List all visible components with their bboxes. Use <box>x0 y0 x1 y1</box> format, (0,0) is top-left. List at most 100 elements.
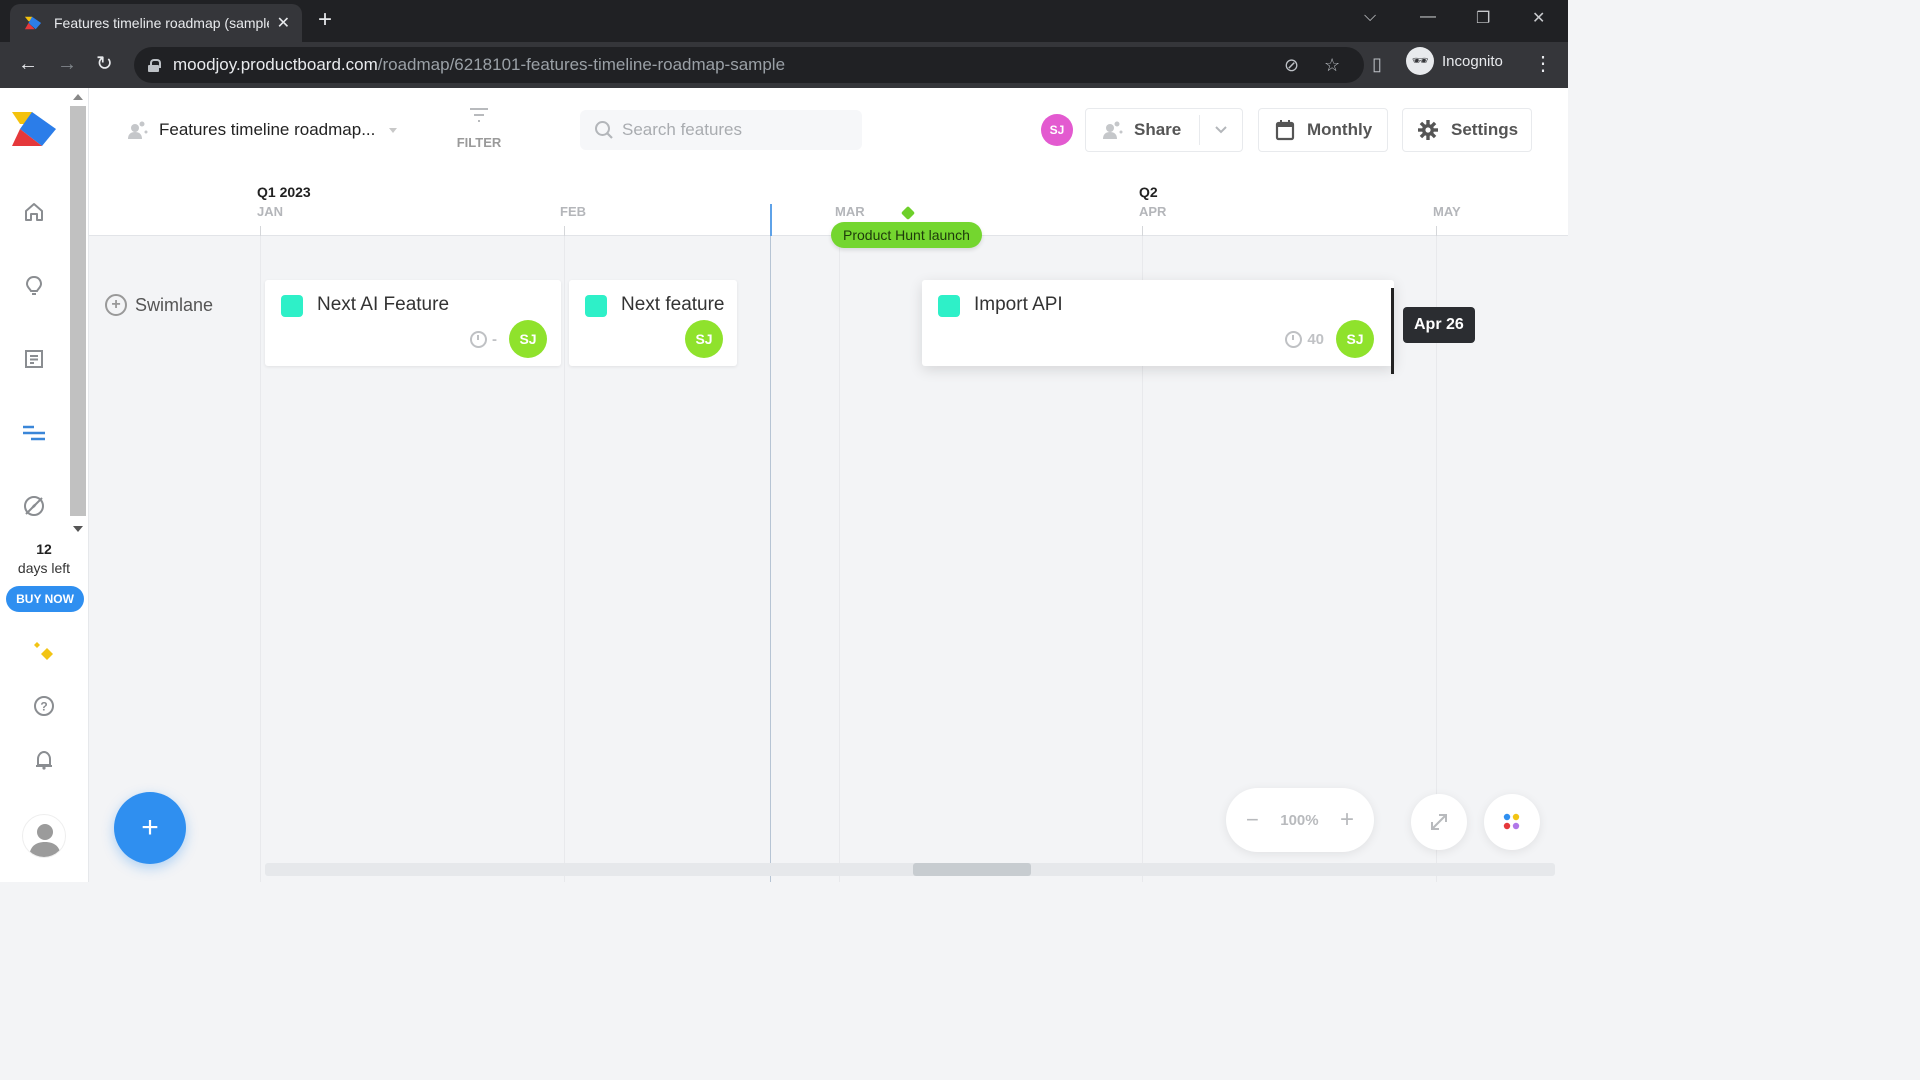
compass-icon <box>24 496 44 516</box>
feature-title: Next feature <box>621 294 725 315</box>
scroll-up-arrow-icon[interactable] <box>73 94 83 100</box>
month-tick <box>564 226 565 236</box>
search-input[interactable] <box>622 120 852 140</box>
clock-icon <box>1285 330 1303 348</box>
sidebar-item-insights[interactable] <box>22 274 46 298</box>
month-tick <box>1142 226 1143 236</box>
today-marker <box>770 204 772 236</box>
timeframe-label: Monthly <box>1307 120 1373 139</box>
horizontal-scrollbar[interactable] <box>265 863 1555 876</box>
sidebar-item-portal[interactable] <box>22 494 46 518</box>
month-label: MAY <box>1433 204 1461 219</box>
chevron-down-icon <box>389 127 398 133</box>
zoom-in-icon[interactable]: + <box>1340 806 1354 834</box>
feature-status-swatch <box>281 295 303 317</box>
scrollbar-thumb[interactable] <box>70 106 86 516</box>
apps-button[interactable] <box>1484 794 1540 850</box>
feature-meta: - SJ <box>470 320 547 358</box>
share-button-group: Share <box>1085 108 1243 152</box>
owner-avatar[interactable]: SJ <box>685 320 723 358</box>
productboard-app: 12 days left BUY NOW ? Features timeline… <box>0 88 1568 882</box>
bell-icon <box>36 750 52 770</box>
sidebar-scrollbar[interactable] <box>68 92 88 538</box>
milestone-diamond-icon[interactable] <box>900 205 916 221</box>
sidebar-item-features[interactable] <box>22 347 46 371</box>
reload-icon[interactable]: ↻ <box>96 52 113 76</box>
horizontal-scrollbar-thumb[interactable] <box>913 863 1031 876</box>
gear-icon <box>1418 120 1438 140</box>
milestone-product-hunt-launch[interactable]: Product Hunt launch <box>831 222 982 248</box>
filter-icon <box>470 108 488 122</box>
lightbulb-icon <box>25 275 43 295</box>
trial-days-label: days left <box>17 560 71 576</box>
tab-title: Features timeline roadmap (sample) <box>54 15 269 31</box>
url-host: moodjoy.productboard.com <box>173 55 378 74</box>
minimize-icon[interactable]: — <box>1420 8 1436 26</box>
roadmap-title: Features timeline roadmap... <box>159 120 376 139</box>
current-user-avatar[interactable]: SJ <box>1041 114 1073 146</box>
feature-card-import-api[interactable]: Import API 40 SJ <box>922 280 1394 374</box>
sparkle-icon <box>34 642 53 660</box>
productboard-logo-icon[interactable] <box>12 112 56 146</box>
filter-label: FILTER <box>456 135 502 150</box>
filter-button[interactable]: FILTER <box>449 106 509 150</box>
zoom-out-icon[interactable]: − <box>1246 807 1259 833</box>
effort-value: 40 <box>1307 330 1324 348</box>
month-tick <box>260 226 261 236</box>
browser-tab[interactable]: Features timeline roadmap (sample) ✕ <box>10 4 302 42</box>
close-window-icon[interactable]: ✕ <box>1532 8 1545 28</box>
new-tab-button[interactable]: + <box>318 8 332 32</box>
quarter-label: Q2 <box>1139 184 1158 200</box>
feature-meta: 40 SJ <box>1285 320 1374 358</box>
search-box[interactable] <box>580 110 862 150</box>
sidebar-item-whats-new[interactable] <box>32 640 56 664</box>
owner-avatar[interactable]: SJ <box>509 320 547 358</box>
feature-card-next-feature[interactable]: Next feature SJ <box>569 280 737 366</box>
tab-search-icon[interactable]: ⌵ <box>1364 8 1376 26</box>
user-avatar[interactable] <box>22 814 66 858</box>
timeframe-button[interactable]: Monthly <box>1258 108 1388 152</box>
sidebar-item-notifications[interactable] <box>32 748 56 772</box>
owner-avatar[interactable]: SJ <box>1336 320 1374 358</box>
share-options-chevron-icon[interactable] <box>1214 125 1228 135</box>
browser-menu-icon[interactable]: ⋮ <box>1533 51 1553 76</box>
settings-button[interactable]: Settings <box>1402 108 1532 152</box>
month-label: FEB <box>560 204 586 219</box>
back-icon[interactable]: ← <box>18 52 38 76</box>
resize-handle[interactable] <box>1391 288 1394 374</box>
sidebar-item-roadmaps[interactable] <box>22 421 46 445</box>
effort-value: - <box>492 330 497 348</box>
buy-now-button[interactable]: BUY NOW <box>6 586 84 612</box>
address-bar-row: ← → ↻ moodjoy.productboard.com/roadmap/6… <box>0 42 1568 88</box>
share-label: Share <box>1134 120 1182 139</box>
feature-status-swatch <box>585 295 607 317</box>
end-date-tooltip: Apr 26 <box>1403 307 1475 343</box>
month-label: MAR <box>835 204 865 219</box>
tracking-blocked-icon[interactable]: ⊘ <box>1284 55 1299 76</box>
grid-line <box>260 236 261 882</box>
settings-label: Settings <box>1451 120 1519 139</box>
roadmap-selector[interactable]: Features timeline roadmap... <box>127 118 398 142</box>
grid-line <box>839 236 840 882</box>
side-panel-icon[interactable]: ▯ <box>1372 54 1382 75</box>
feature-meta: SJ <box>685 320 723 358</box>
add-swimlane-button[interactable]: + Swimlane <box>105 294 213 316</box>
close-tab-icon[interactable]: ✕ <box>277 13 290 33</box>
share-button[interactable]: Share <box>1086 120 1181 140</box>
incognito-indicator[interactable]: 🕶 Incognito <box>1406 46 1503 76</box>
bookmark-star-icon[interactable]: ☆ <box>1324 55 1340 76</box>
today-line <box>770 236 771 882</box>
scroll-down-arrow-icon[interactable] <box>73 526 83 532</box>
sidebar-item-home[interactable] <box>22 200 46 224</box>
productboard-favicon-icon <box>24 16 42 30</box>
add-feature-button[interactable]: + <box>114 792 186 864</box>
feature-card-next-ai-feature[interactable]: Next AI Feature - SJ <box>265 280 561 366</box>
forward-icon[interactable]: → <box>57 52 77 76</box>
restore-icon[interactable]: ❐ <box>1476 8 1490 28</box>
url-field[interactable]: moodjoy.productboard.com/roadmap/6218101… <box>134 47 1364 83</box>
roadmap-owner-icon <box>128 121 148 139</box>
fullscreen-button[interactable] <box>1411 794 1467 850</box>
sidebar-item-help[interactable]: ? <box>32 694 56 718</box>
user-silhouette-icon <box>29 824 61 857</box>
calendar-icon <box>1275 120 1295 141</box>
